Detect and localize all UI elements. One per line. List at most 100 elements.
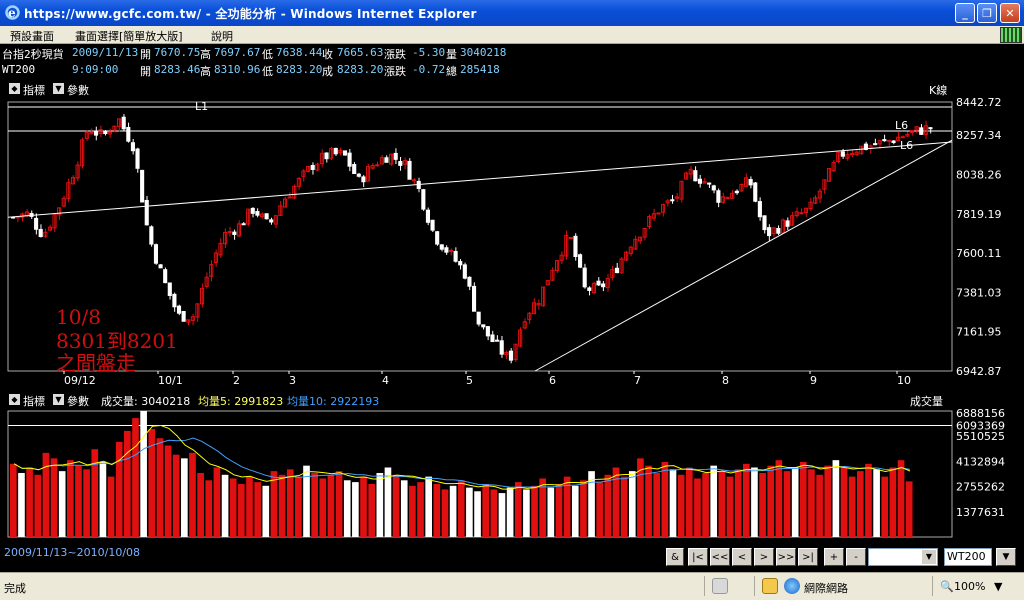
volume-bar (694, 478, 701, 537)
price-x-tick-label: 3 (289, 374, 296, 387)
candle-body (495, 339, 500, 342)
param-toggle-icon-2[interactable]: ▼ (53, 394, 64, 405)
candle-body (407, 160, 412, 180)
volume-bar (327, 474, 335, 537)
popup-blocker-icon[interactable] (712, 578, 728, 594)
volume-bar (221, 474, 229, 537)
nav-button-fast-back[interactable]: << (710, 548, 730, 566)
candle-body (757, 201, 762, 218)
nav-button-last[interactable]: >| (798, 548, 818, 566)
volume-bar (10, 463, 17, 537)
price-y-tick-label: 7600.11 (956, 247, 1002, 260)
candle-body (287, 196, 292, 199)
volume-bar (392, 474, 400, 537)
maximize-button[interactable]: ❐ (977, 3, 997, 23)
rising-support-line (534, 139, 953, 372)
candle-body (232, 231, 237, 235)
low-label-2: 低 (262, 65, 273, 78)
price-chart[interactable]: 8442.72 8257.34 8038.26 7819.19 7600.11 7381.… (0, 98, 1024, 388)
price-x-tick-label: 6 (549, 374, 556, 387)
indicator-toggle-icon-2[interactable]: ◆ (9, 394, 20, 405)
quote-date: 2009/11/13 (72, 46, 139, 59)
nav-button-back[interactable]: < (732, 548, 752, 566)
candle-body (121, 116, 126, 130)
candle-body (38, 228, 43, 238)
indicator-menu[interactable]: 指標 (23, 82, 45, 98)
candle-body (425, 209, 431, 223)
menu-default-view[interactable]: 預設畫面 (10, 28, 54, 44)
candle-body (886, 139, 892, 142)
volume-bar (449, 485, 457, 537)
volume-bar (99, 462, 107, 537)
volume-y-tick-label: 4132894 (956, 455, 1005, 468)
nav-button-first[interactable]: |< (688, 548, 708, 566)
zoom-in-button[interactable]: + (824, 548, 844, 566)
candle-body (762, 215, 767, 231)
menu-help[interactable]: 說明 (211, 28, 233, 44)
volume-bar (425, 476, 432, 537)
indicator-toggle-icon[interactable]: ◆ (9, 83, 20, 94)
candle-body (476, 311, 481, 325)
total-value: 285418 (460, 63, 500, 76)
zoom-level[interactable]: 100% (954, 580, 985, 593)
volume-panel-header: ◆ 指標 ▼ 參數 成交量: 3040218 均量5: 2991823 均量10… (0, 392, 1024, 408)
chevron-down-icon: ▼ (922, 550, 936, 564)
candle-body (176, 305, 182, 314)
deal-label: 成 (322, 65, 333, 78)
status-separator-2 (754, 576, 755, 596)
close-button[interactable]: ✕ (1000, 3, 1020, 23)
symbol-dropdown-button[interactable]: ▼ (996, 548, 1016, 566)
nav-button-forward[interactable]: > (754, 548, 774, 566)
volume-bar (368, 483, 375, 537)
nav-button-amp[interactable]: & (666, 548, 684, 566)
volume-bar (514, 482, 522, 537)
volume-bar (482, 483, 490, 537)
volume-bar (791, 467, 799, 537)
candle-body (163, 269, 168, 284)
volume-bar (523, 489, 530, 537)
period-dropdown[interactable]: ▼ (868, 548, 938, 566)
candle-body (153, 244, 159, 264)
candle-body (568, 237, 573, 240)
candle-body (767, 227, 772, 237)
symbol-input[interactable]: WT200 (944, 548, 992, 566)
price-y-tick-label: 6942.87 (956, 365, 1002, 378)
level-label: L6 (895, 119, 908, 132)
candle-body (670, 199, 675, 202)
menu-view-select[interactable]: 畫面選擇[簡單放大版] (75, 28, 183, 44)
candle-body (269, 219, 274, 223)
candle-body (352, 164, 357, 175)
high-label-2: 高 (200, 65, 211, 78)
price-panel-header: ◆ 指標 ▼ 參數 K線 (0, 81, 1024, 97)
candle-body (573, 235, 578, 258)
price-x-tick-label: 4 (382, 374, 389, 387)
candle-body (873, 143, 878, 146)
param-menu[interactable]: 參數 (67, 82, 89, 98)
candle-body (785, 220, 790, 227)
volume-bar (596, 482, 604, 537)
minimize-button[interactable]: _ (955, 3, 975, 23)
volume-bar (189, 452, 196, 537)
grid-icon[interactable] (1000, 27, 1022, 43)
volume-bar (213, 467, 221, 537)
zoom-out-button[interactable]: - (846, 548, 866, 566)
volume-bar (628, 471, 636, 537)
candle-body (748, 179, 753, 186)
zoom-chevron-icon[interactable]: ▼ (994, 580, 1002, 593)
volume-bar (889, 467, 897, 537)
candle-body (472, 285, 477, 312)
volume-bar (107, 476, 115, 537)
candle-body (167, 282, 172, 296)
candle-body (587, 287, 592, 291)
candle-body (697, 178, 703, 184)
volume-chart[interactable]: 6888156609336955105254132894275526213776… (0, 407, 1024, 541)
price-x-tick-label: 7 (634, 374, 641, 387)
volume-bar (50, 458, 58, 537)
candle-body (614, 267, 620, 274)
candle-body (34, 217, 39, 230)
chart-type-label: K線 (929, 84, 948, 97)
volume-bar (335, 471, 343, 537)
param-toggle-icon[interactable]: ▼ (53, 83, 64, 94)
candle-body (467, 276, 472, 287)
nav-button-fast-forward[interactable]: >> (776, 548, 796, 566)
